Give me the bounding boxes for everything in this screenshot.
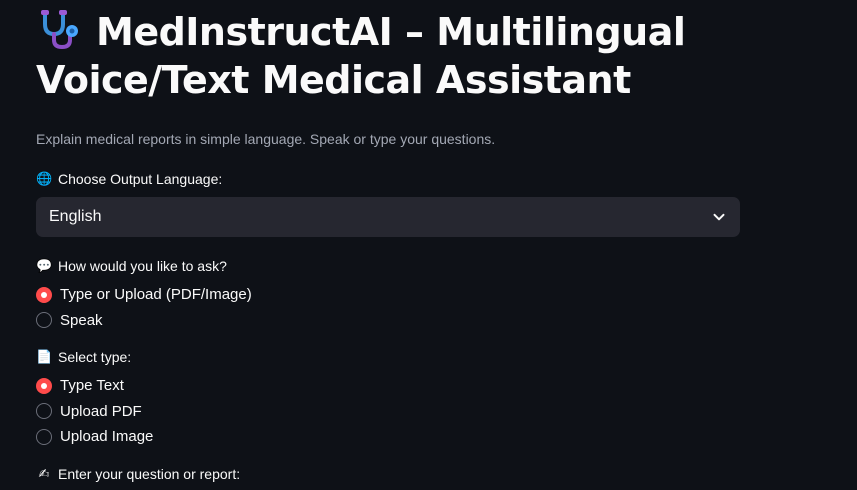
language-label-text: Choose Output Language: xyxy=(58,171,223,187)
ask-mode-radio-group: Type or Upload (PDF/Image) Speak xyxy=(36,282,740,333)
title-line-2: Voice/Text Medical Assistant xyxy=(36,58,631,102)
title-line-1: MedInstructAI – Multilingual xyxy=(96,10,686,54)
input-type-option-text[interactable]: Type Text xyxy=(36,373,740,399)
main-content: MedInstructAI – Multilingual Voice/Text … xyxy=(36,0,740,483)
ask-mode-label: 💬 How would you like to ask? xyxy=(36,257,740,275)
input-type-label: 📄 Select type: xyxy=(36,348,740,366)
radio-selected[interactable] xyxy=(36,286,52,303)
page-subtitle: Explain medical reports in simple langua… xyxy=(36,131,496,147)
speech-bubble-icon: 💬 xyxy=(36,258,53,273)
input-type-label-text: Select type: xyxy=(58,349,132,365)
writing-hand-icon: ✍ xyxy=(38,465,50,481)
ask-mode-option-speak[interactable]: Speak xyxy=(36,308,740,334)
radio-unselected[interactable] xyxy=(36,403,52,420)
input-type-option-image[interactable]: Upload Image xyxy=(36,424,740,450)
language-label: 🌐 Choose Output Language: xyxy=(36,170,740,188)
radio-label: Type Text xyxy=(60,377,124,395)
radio-selected[interactable] xyxy=(36,377,52,394)
stethoscope-icon xyxy=(36,9,82,50)
question-label: ✍ Enter your question or report: xyxy=(36,465,740,483)
input-type-radio-group: Type Text Upload PDF Upload Image xyxy=(36,373,740,450)
input-type-option-pdf[interactable]: Upload PDF xyxy=(36,399,740,425)
radio-label: Type or Upload (PDF/Image) xyxy=(60,286,252,304)
radio-unselected[interactable] xyxy=(36,428,52,445)
globe-icon: 🌐 xyxy=(36,171,53,186)
ask-mode-option-type-upload[interactable]: Type or Upload (PDF/Image) xyxy=(36,282,740,308)
radio-label: Speak xyxy=(60,311,103,329)
chevron-down-icon xyxy=(713,213,725,221)
language-selected-value: English xyxy=(49,208,102,225)
radio-label: Upload Image xyxy=(60,428,154,446)
language-select[interactable]: English xyxy=(36,197,740,237)
question-label-text: Enter your question or report: xyxy=(58,465,241,482)
page-title: MedInstructAI – Multilingual Voice/Text … xyxy=(36,8,740,104)
document-icon: 📄 xyxy=(36,349,53,364)
radio-unselected[interactable] xyxy=(36,312,52,329)
radio-label: Upload PDF xyxy=(60,402,142,420)
ask-mode-label-text: How would you like to ask? xyxy=(58,258,227,274)
